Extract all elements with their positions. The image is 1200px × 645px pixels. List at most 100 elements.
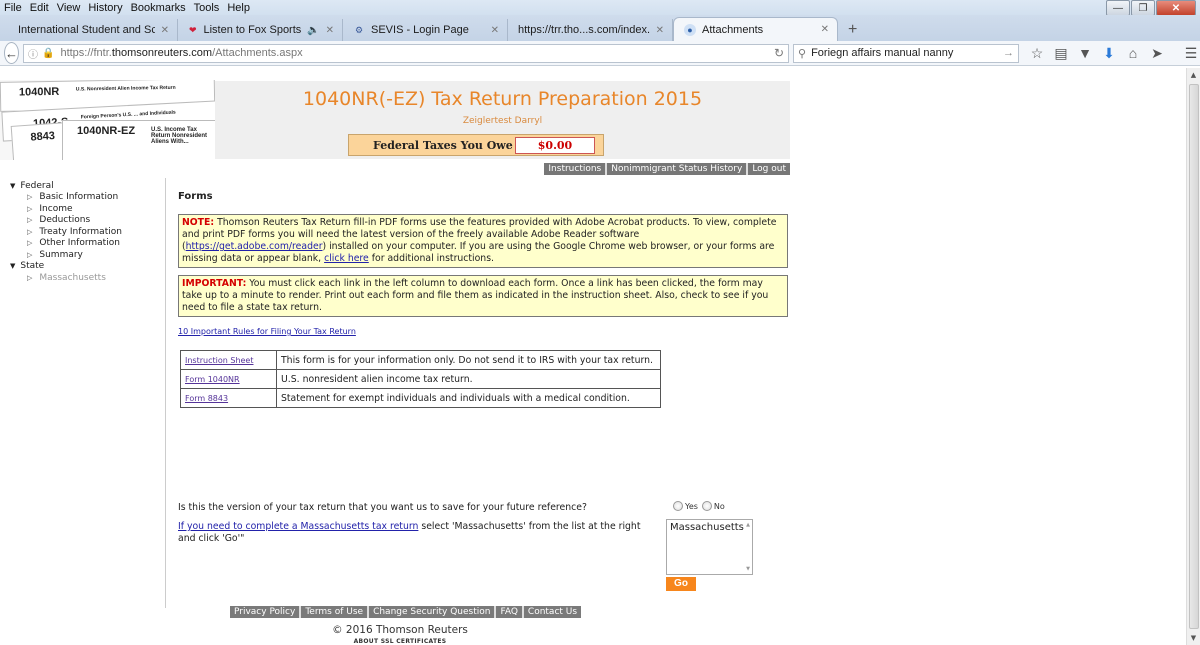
- caret-right-icon: ▷: [27, 239, 33, 248]
- federal-taxes-owed-label: Federal Taxes You Owe: [373, 138, 513, 152]
- search-icon: ⚲: [798, 47, 807, 60]
- log-out-link[interactable]: Log out: [746, 163, 790, 175]
- menu-view[interactable]: View: [57, 2, 81, 14]
- important-rules-link[interactable]: 10 Important Rules for Filing Your Tax R…: [178, 327, 356, 336]
- tab-fox-sports[interactable]: ❤ Listen to Fox Sports Ra... 🔈 ✕: [178, 19, 343, 41]
- sidebar-item-summary[interactable]: ▷ Summary: [10, 249, 160, 261]
- page-scrollbar[interactable]: ▲ ▼: [1186, 68, 1200, 645]
- form-8843-link[interactable]: Form 8843: [185, 394, 228, 403]
- menu-help[interactable]: Help: [227, 2, 250, 14]
- scroll-up-arrow-icon[interactable]: ▲: [1187, 68, 1200, 82]
- terms-of-use-link[interactable]: Terms of Use: [299, 606, 367, 618]
- url-bar[interactable]: ⓘ 🔒 https://fntr.thomsonreuters.com/Atta…: [23, 43, 789, 63]
- reload-icon[interactable]: ↻: [774, 46, 784, 60]
- minimize-button[interactable]: —: [1106, 0, 1130, 16]
- massachusetts-instructions: If you need to complete a Massachusetts …: [178, 521, 648, 545]
- faq-link[interactable]: FAQ: [494, 606, 521, 618]
- copyright: © 2016 Thomson Reuters: [332, 624, 468, 636]
- massachusetts-return-link[interactable]: If you need to complete a Massachusetts …: [178, 521, 418, 532]
- table-row: Form 8843 Statement for exempt individua…: [180, 388, 661, 408]
- window-controls: — ❐ ✕: [1105, 0, 1196, 16]
- tab-title: Listen to Fox Sports Ra...: [203, 24, 302, 36]
- ssl-certificates-link[interactable]: ABOUT SSL CERTIFICATES: [230, 638, 570, 645]
- go-button[interactable]: Go: [666, 577, 696, 591]
- send-icon[interactable]: ➤: [1145, 45, 1169, 62]
- contact-us-link[interactable]: Contact Us: [521, 606, 581, 618]
- sidebar-item-basic-information[interactable]: ▷ Basic Information: [10, 192, 160, 204]
- state-option[interactable]: Massachusetts: [670, 522, 749, 533]
- sidebar-item-other-information[interactable]: ▷ Other Information: [10, 238, 160, 250]
- info-icon[interactable]: ⓘ: [28, 46, 38, 61]
- home-icon[interactable]: ⌂: [1121, 45, 1145, 61]
- new-tab-button[interactable]: +: [838, 19, 867, 41]
- close-tab-icon[interactable]: ✕: [155, 25, 169, 36]
- sidebar-item-treaty-information[interactable]: ▷ Treaty Information: [10, 226, 160, 238]
- note-box: NOTE: Thomson Reuters Tax Return fill-in…: [178, 214, 788, 268]
- speaker-icon[interactable]: 🔈: [307, 25, 319, 36]
- privacy-policy-link[interactable]: Privacy Policy: [230, 606, 299, 618]
- seal-icon: ⚙: [354, 24, 364, 35]
- scroll-up-icon[interactable]: ▲: [746, 522, 750, 528]
- close-tab-icon[interactable]: ✕: [485, 25, 499, 36]
- bookmark-star-icon[interactable]: ☆: [1025, 45, 1049, 62]
- user-name: Zeiglertest Darryl: [462, 116, 543, 126]
- tab-sevis[interactable]: ⚙ SEVIS - Login Page ✕: [343, 19, 508, 41]
- tab-attachments[interactable]: ● Attachments ✕: [673, 17, 838, 41]
- form-link-cell: Instruction Sheet: [180, 350, 277, 370]
- state-select-list[interactable]: Massachusetts ▲ ▼: [666, 519, 753, 575]
- form-image-number: 1040NR-EZ: [77, 125, 136, 137]
- hamburger-menu-icon[interactable]: ☰: [1179, 45, 1200, 62]
- pocket-icon[interactable]: ▼: [1073, 45, 1097, 61]
- radio-no[interactable]: [701, 501, 712, 511]
- menu-history[interactable]: History: [88, 2, 122, 14]
- restore-button[interactable]: ❐: [1131, 0, 1155, 16]
- close-window-button[interactable]: ✕: [1156, 0, 1196, 16]
- footer-navigation: Privacy Policy Terms of Use Change Secur…: [230, 606, 582, 618]
- scroll-down-icon[interactable]: ▼: [746, 566, 750, 572]
- menu-tools[interactable]: Tools: [194, 2, 220, 14]
- caret-right-icon: ▷: [27, 250, 33, 259]
- instructions-link[interactable]: Instructions: [544, 163, 605, 175]
- note-label: NOTE:: [182, 217, 215, 228]
- sidebar-group-state[interactable]: ▼ State: [10, 261, 160, 273]
- sidebar-item-income[interactable]: ▷ Income: [10, 203, 160, 215]
- table-row: Instruction Sheet This form is for your …: [180, 350, 661, 370]
- search-input[interactable]: Foriegn affairs manual nanny: [811, 47, 953, 59]
- menu-edit[interactable]: Edit: [30, 2, 49, 14]
- instruction-sheet-link[interactable]: Instruction Sheet: [185, 356, 254, 365]
- scrollbar-thumb[interactable]: [1189, 84, 1199, 629]
- caret-right-icon: ▷: [27, 273, 33, 282]
- tab-international-student[interactable]: International Student and Scho... ✕: [8, 19, 178, 41]
- reading-list-icon[interactable]: ▤: [1049, 45, 1073, 62]
- menu-file[interactable]: File: [4, 2, 22, 14]
- sidebar-divider: [165, 178, 166, 608]
- close-tab-icon[interactable]: ✕: [650, 25, 664, 36]
- page-title: 1040NR(-EZ) Tax Return Preparation 2015: [302, 88, 703, 110]
- adobe-reader-link[interactable]: https://get.adobe.com/reader: [186, 241, 323, 252]
- nonimmigrant-status-history-link[interactable]: Nonimmigrant Status History: [605, 163, 746, 175]
- sidebar-item-label: Deductions: [39, 215, 91, 226]
- sidebar-item-massachusetts[interactable]: ▷ Massachusetts: [10, 272, 160, 284]
- close-tab-icon[interactable]: ✕: [320, 25, 334, 36]
- back-button[interactable]: ←: [4, 42, 19, 64]
- change-security-question-link[interactable]: Change Security Question: [367, 606, 494, 618]
- form-description: Statement for exempt individuals and ind…: [276, 388, 661, 408]
- sidebar-group-federal[interactable]: ▼ Federal: [10, 180, 160, 192]
- tab-trr-index[interactable]: https://trr.tho...s.com/index.php ✕: [508, 19, 673, 41]
- close-tab-icon[interactable]: ✕: [815, 24, 829, 35]
- table-row: Form 1040NR U.S. nonresident alien incom…: [180, 369, 661, 389]
- caret-right-icon: ▷: [27, 204, 33, 213]
- scroll-down-arrow-icon[interactable]: ▼: [1187, 631, 1200, 645]
- download-icon[interactable]: ⬇: [1097, 45, 1121, 62]
- caret-right-icon: ▷: [27, 227, 33, 236]
- tab-title: https://trr.tho...s.com/index.php: [518, 24, 650, 36]
- sidebar-item-deductions[interactable]: ▷ Deductions: [10, 215, 160, 227]
- form-1040nr-link[interactable]: Form 1040NR: [185, 375, 240, 384]
- search-bar[interactable]: ⚲ Foriegn affairs manual nanny →: [793, 43, 1019, 63]
- click-here-link[interactable]: click here: [324, 253, 369, 264]
- search-go-icon[interactable]: →: [1003, 47, 1014, 59]
- page-viewport: 1040NR U.S. Nonresident Alien Income Tax…: [0, 68, 1186, 645]
- menu-bookmarks[interactable]: Bookmarks: [131, 2, 186, 14]
- radio-yes[interactable]: [673, 501, 683, 511]
- caret-down-icon: ▼: [10, 181, 16, 190]
